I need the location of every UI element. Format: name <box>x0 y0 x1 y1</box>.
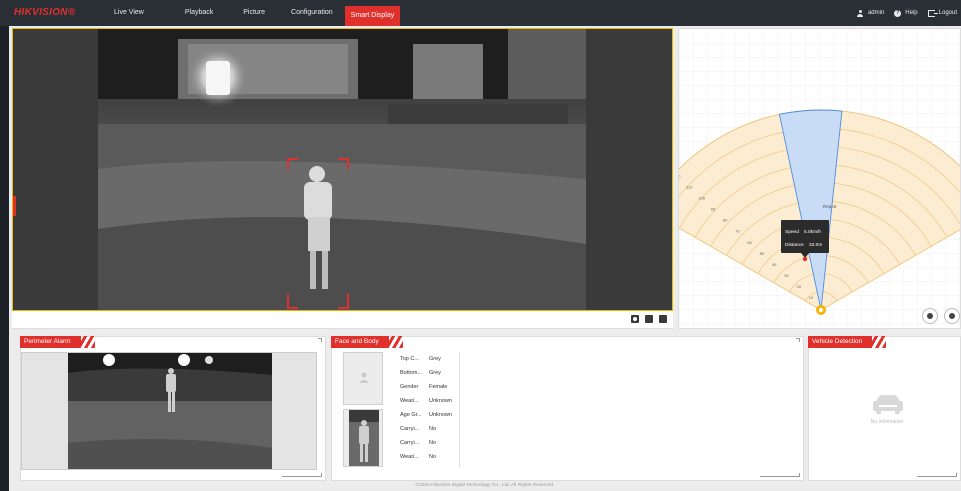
radar-range-label: 70 <box>735 229 740 234</box>
record-icon[interactable] <box>645 315 653 323</box>
attribute-key: Gender <box>400 384 419 390</box>
resize-handle[interactable] <box>760 473 800 477</box>
attribute-value: Grey <box>429 356 441 362</box>
attribute-row: Weari... Unknown <box>400 394 459 408</box>
radar-range-label: 50 <box>760 251 765 256</box>
expand-icon[interactable] <box>318 338 322 342</box>
attribute-key: Weari... <box>400 454 419 460</box>
live-toolbar <box>12 311 673 329</box>
nav-smart-display[interactable]: Smart Display <box>344 6 401 26</box>
face-thumbnail[interactable] <box>343 352 383 405</box>
target-tooltip: Speed 5.0km/h Distance 33.0m <box>781 220 829 258</box>
perimeter-alarm-title: Perimeter Alarm <box>20 336 95 348</box>
radar-range-label: 30 <box>784 273 789 278</box>
target-marker[interactable] <box>802 256 808 262</box>
help-label: Help <box>905 10 918 16</box>
layout-icon[interactable] <box>659 315 667 323</box>
target-label: Report <box>823 204 837 209</box>
vehicle-detection-title: Vehicle Detection <box>808 336 887 348</box>
attribute-key: Carryi... <box>400 426 420 432</box>
help-link[interactable]: ? Help <box>894 9 918 17</box>
attribute-key: Bottom... <box>400 370 423 376</box>
copyright-footer: ©2020 Hikvision Digital Technology Co., … <box>415 483 555 488</box>
app-root: HIKVISION® Live View Playback Picture Co… <box>0 0 961 491</box>
attribute-row: Gender Female <box>400 380 459 394</box>
main-content: 100110100908070605040302010 Report Speed… <box>9 26 961 491</box>
radar-range-label: 40 <box>772 262 777 267</box>
top-nav-bar: HIKVISION® Live View Playback Picture Co… <box>0 0 961 26</box>
body-thumbnail[interactable] <box>343 409 383 467</box>
expand-icon[interactable] <box>796 338 800 342</box>
radar-range-label: 60 <box>747 240 752 245</box>
car-placeholder-icon <box>873 395 903 414</box>
attribute-row: Carryi... No <box>400 422 459 436</box>
nav-live-view[interactable]: Live View <box>102 0 156 26</box>
live-video-frame <box>98 29 586 310</box>
radar-range-label: 20 <box>796 284 801 289</box>
distance-value: 33.0m <box>809 242 822 248</box>
side-panel-toggle[interactable] <box>13 196 16 216</box>
user-area: admin ? Help Logout <box>857 0 957 26</box>
attribute-row: Weari... No <box>400 450 459 464</box>
radar-origin-icon <box>816 305 826 315</box>
resize-handle[interactable] <box>282 473 322 477</box>
no-information-text: No information <box>870 419 904 425</box>
logout-link[interactable]: Logout <box>927 9 957 17</box>
attribute-value: Grey <box>429 370 441 376</box>
resize-handle[interactable] <box>917 473 957 477</box>
radar-range-label: 110 <box>686 185 693 190</box>
radar-range-label: 100 <box>698 196 705 201</box>
radar-record-button[interactable] <box>944 308 960 324</box>
attribute-key: Age Gr... <box>400 412 422 418</box>
attribute-row: Top C... Grey <box>400 352 459 366</box>
user-menu[interactable]: admin <box>857 9 885 17</box>
attribute-key: Top C... <box>400 356 419 362</box>
perimeter-alarm-panel: Perimeter Alarm <box>20 336 326 481</box>
nav-configuration[interactable]: Configuration <box>279 0 345 26</box>
radar-panel[interactable]: 100110100908070605040302010 Report Speed… <box>678 28 961 329</box>
hikvision-logo: HIKVISION® <box>14 7 76 18</box>
distance-label: Distance <box>785 242 804 248</box>
logout-icon <box>927 9 938 17</box>
help-icon: ? <box>894 9 902 17</box>
radar-capture-button[interactable] <box>922 308 938 324</box>
user-icon <box>857 9 864 17</box>
face-body-panel: Face and Body Top C... Grey Bottom... Gr… <box>331 336 804 481</box>
nav-picture[interactable]: Picture <box>231 0 277 26</box>
live-video-panel[interactable] <box>12 28 673 311</box>
attribute-value: No <box>429 454 437 460</box>
attribute-row: Age Gr... Unknown <box>400 408 459 422</box>
attribute-value: No <box>429 440 437 446</box>
attribute-value: Female <box>429 384 448 390</box>
attribute-row: Carryi... No <box>400 436 459 450</box>
face-placeholder-icon <box>359 372 369 383</box>
main-nav: Live View Playback Picture Configuration… <box>102 0 401 26</box>
radar-chart: 100110100908070605040302010 Report Speed… <box>679 29 960 328</box>
nav-playback[interactable]: Playback <box>173 0 225 26</box>
capture-icon[interactable] <box>631 315 639 323</box>
radar-range-label: 10 <box>809 295 814 300</box>
face-body-title: Face and Body <box>331 336 403 348</box>
attribute-key: Weari... <box>400 398 419 404</box>
vehicle-detection-panel: Vehicle Detection No information <box>808 336 961 481</box>
username: admin <box>867 10 885 16</box>
speed-value: 5.0km/h <box>804 229 821 235</box>
radar-range-label: 80 <box>723 218 728 223</box>
attribute-value: Unknown <box>429 412 452 418</box>
attribute-value: No <box>429 426 437 432</box>
radar-range-label: 90 <box>711 207 716 212</box>
attribute-value: Unknown <box>429 398 452 404</box>
attribute-key: Carryi... <box>400 440 420 446</box>
speed-label: Speed <box>785 229 799 235</box>
attribute-row: Bottom... Grey <box>400 366 459 380</box>
perimeter-snapshot[interactable] <box>21 352 317 470</box>
logout-label: Logout <box>938 10 957 16</box>
attribute-list: Top C... Grey Bottom... Grey Gender Female Wea… <box>400 352 460 467</box>
